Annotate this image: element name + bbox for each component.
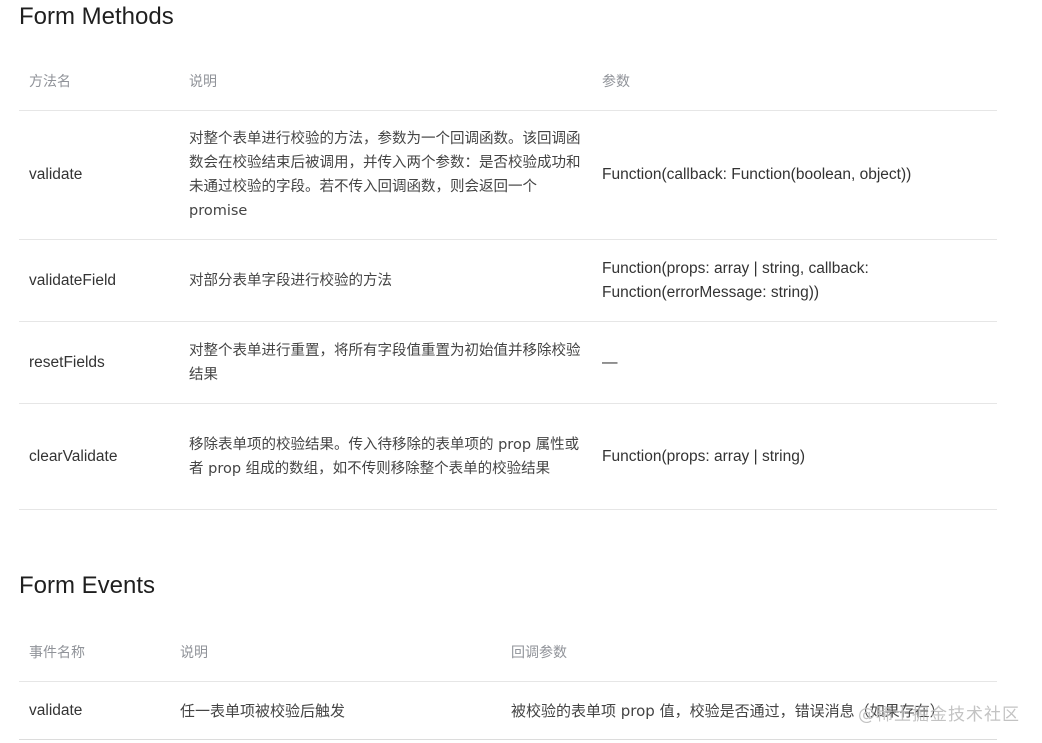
- event-description: 任一表单项被校验后触发: [170, 681, 501, 740]
- column-header-params: 参数: [592, 52, 997, 111]
- table-header-row: 方法名 说明 参数: [19, 52, 997, 111]
- table-row: validateField 对部分表单字段进行校验的方法 Function(pr…: [19, 239, 997, 322]
- method-description: 对部分表单字段进行校验的方法: [179, 239, 592, 322]
- column-header-method-name: 方法名: [19, 52, 179, 111]
- event-name: validate: [19, 681, 170, 740]
- method-params: Function(props: array | string): [592, 403, 997, 510]
- table-row: validate 对整个表单进行校验的方法，参数为一个回调函数。该回调函数会在校…: [19, 110, 997, 240]
- method-params: Function(props: array | string, callback…: [592, 239, 997, 322]
- method-params: —: [592, 321, 997, 404]
- table-header-row: 事件名称 说明 回调参数: [19, 622, 997, 682]
- methods-table: 方法名 说明 参数 validate 对整个表单进行校验的方法，参数为一个回调函…: [19, 52, 997, 510]
- table-row: clearValidate 移除表单项的校验结果。传入待移除的表单项的 prop…: [19, 403, 997, 510]
- description-text: 对整个表单进行重置，将所有字段值重置为初始值并移除校验结果: [189, 342, 581, 383]
- method-description: 移除表单项的校验结果。传入待移除的表单项的 prop 属性或者 prop 组成的…: [179, 403, 592, 510]
- method-name: clearValidate: [19, 403, 179, 510]
- events-table: 事件名称 说明 回调参数 validate 任一表单项被校验后触发 被校验的表单…: [19, 622, 997, 740]
- description-text: 对部分表单字段进行校验的方法: [189, 272, 392, 289]
- watermark: @稀土掘金技术社区: [858, 705, 1020, 725]
- method-description: 对整个表单进行重置，将所有字段值重置为初始值并移除校验结果: [179, 321, 592, 404]
- table-row: validate 任一表单项被校验后触发 被校验的表单项 prop 值，校验是否…: [19, 681, 997, 740]
- column-header-description: 说明: [170, 622, 501, 682]
- method-name: validateField: [19, 239, 179, 322]
- method-description: 对整个表单进行校验的方法，参数为一个回调函数。该回调函数会在校验结束后被调用，并…: [179, 110, 592, 240]
- method-name: resetFields: [19, 321, 179, 404]
- methods-section-title: Form Methods: [19, 3, 174, 30]
- table-row: resetFields 对整个表单进行重置，将所有字段值重置为初始值并移除校验结…: [19, 321, 997, 404]
- events-section-title: Form Events: [19, 572, 156, 599]
- description-text: 移除表单项的校验结果。传入待移除的表单项的 prop 属性或者 prop 组成的…: [189, 436, 580, 477]
- description-text: 对整个表单进行校验的方法，参数为一个回调函数。该回调函数会在校验结束后被调用，并…: [189, 131, 581, 219]
- column-header-event-name: 事件名称: [19, 622, 170, 682]
- column-header-description: 说明: [179, 52, 592, 111]
- method-params: Function(callback: Function(boolean, obj…: [592, 110, 997, 240]
- column-header-callback-params: 回调参数: [501, 622, 997, 682]
- method-name: validate: [19, 110, 179, 240]
